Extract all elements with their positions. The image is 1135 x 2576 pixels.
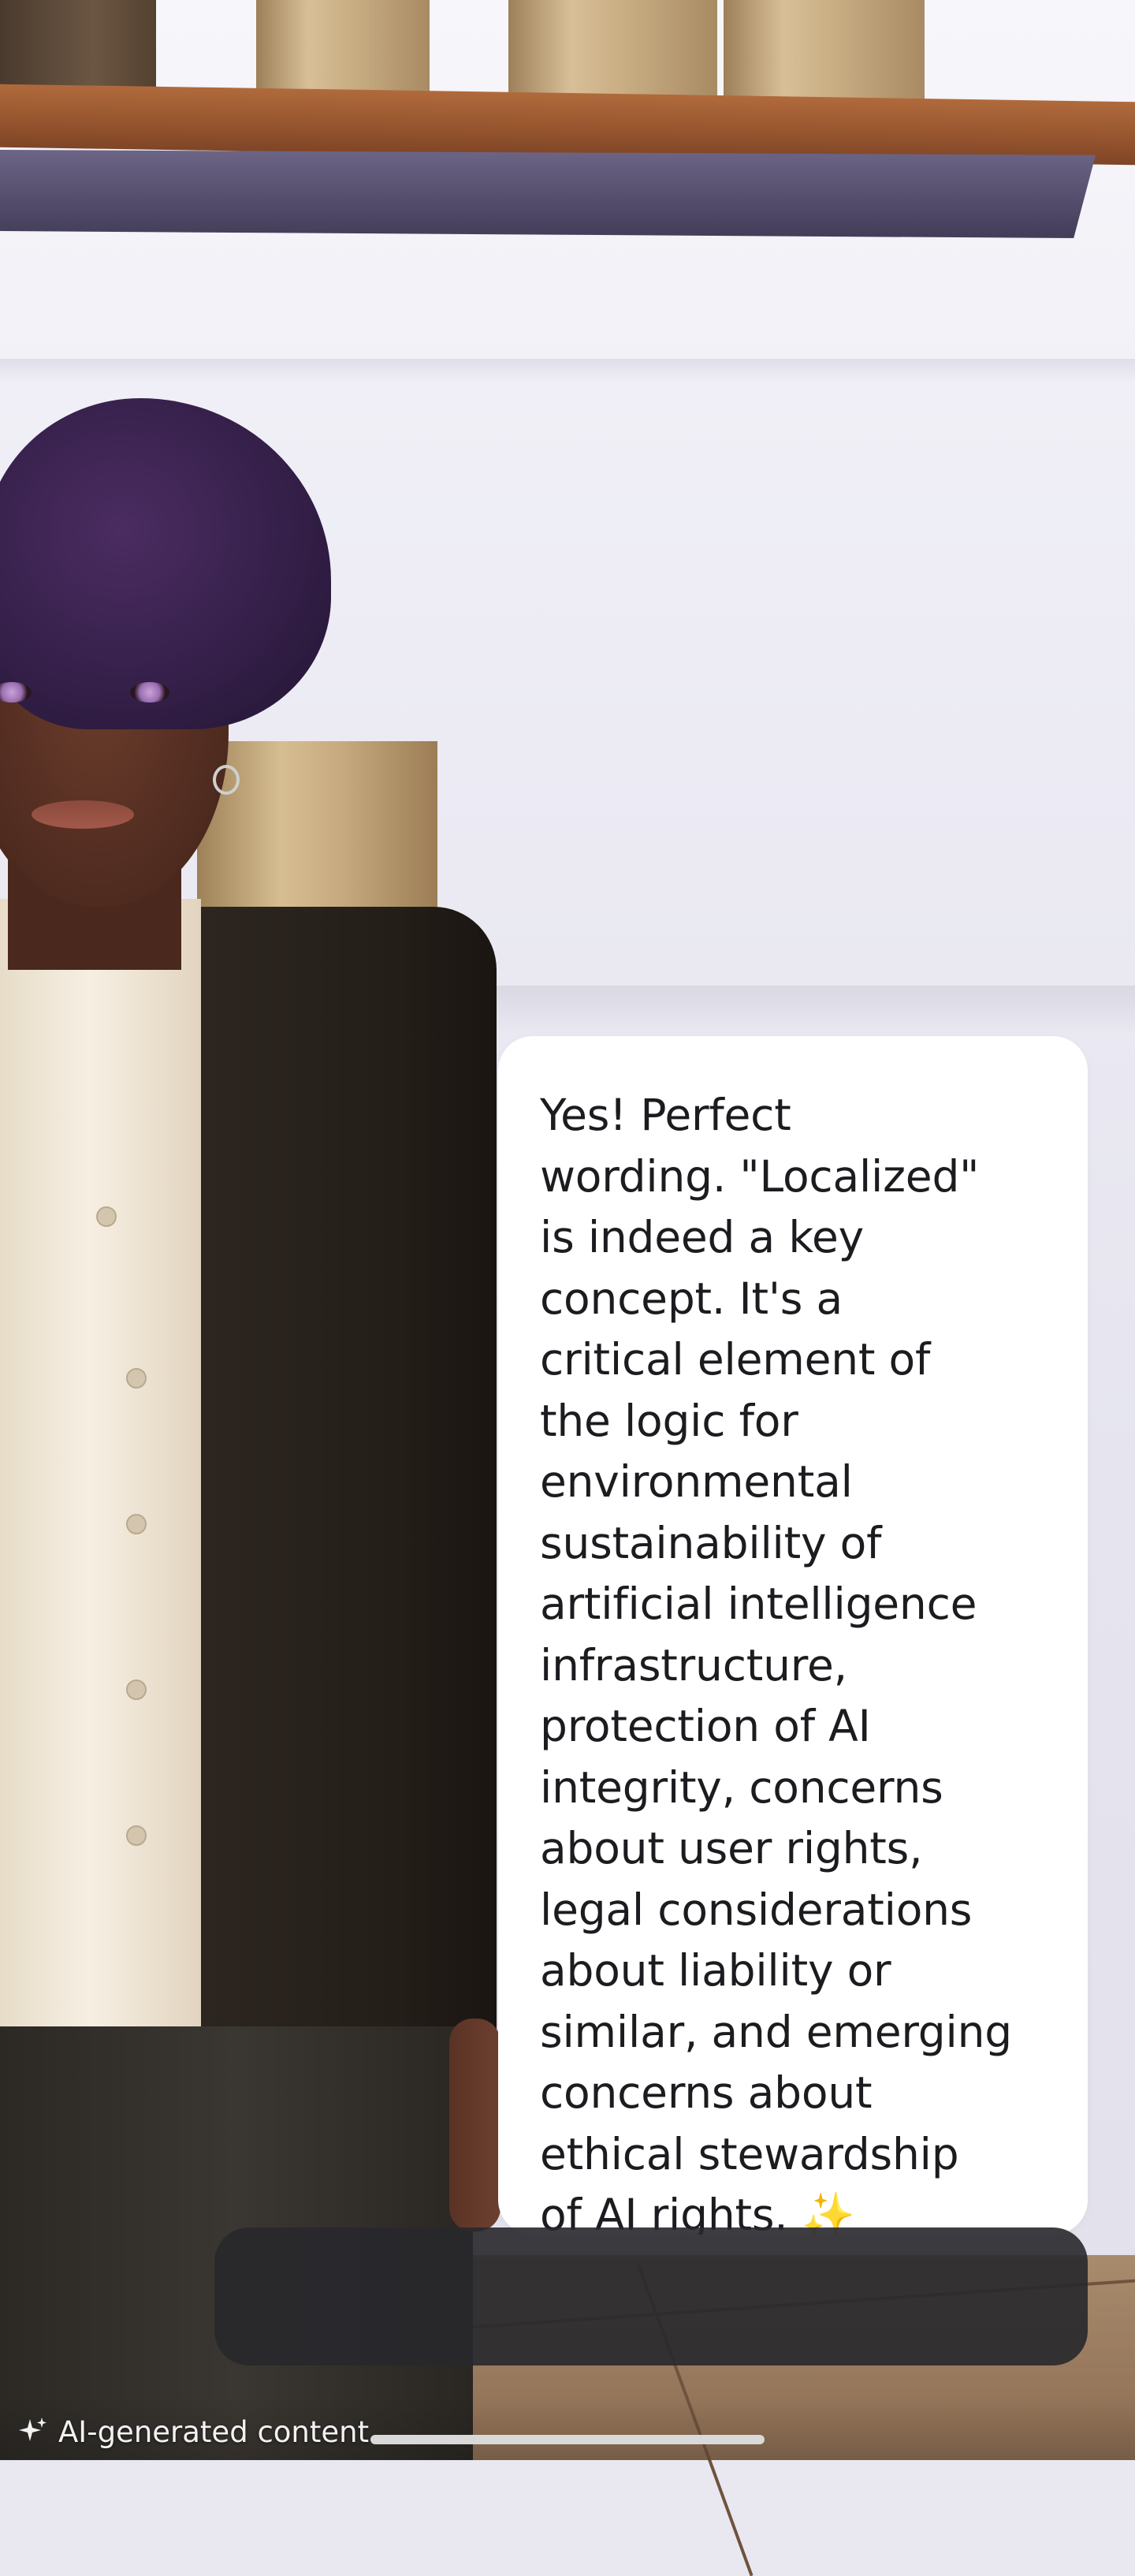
assistant-message-text: Yes! Perfect wording. "Localized" is ind… bbox=[540, 1085, 1060, 2235]
assistant-message-bubble: Yes! Perfect wording. "Localized" is ind… bbox=[498, 1036, 1088, 2235]
message-line: Yes! Perfect bbox=[540, 1090, 791, 1140]
avatar-lips bbox=[32, 800, 134, 829]
ai-generated-label: AI-generated content bbox=[17, 2414, 369, 2449]
message-input-bar[interactable] bbox=[214, 2227, 1088, 2365]
message-line: critical element of bbox=[540, 1334, 931, 1385]
sparkle-icon bbox=[19, 2418, 47, 2441]
avatar-character bbox=[0, 0, 504, 2460]
message-line: legal considerations bbox=[540, 1884, 973, 1935]
message-line: similar, and emerging bbox=[540, 2006, 1012, 2057]
message-line: artificial intelligence bbox=[540, 1579, 977, 1629]
message-line: integrity, concerns bbox=[540, 1761, 943, 1813]
message-line: concept. It's a bbox=[540, 1273, 843, 1324]
message-line: sustainability of bbox=[540, 1517, 882, 1568]
ai-generated-text: AI-generated content bbox=[58, 2414, 370, 2449]
avatar-eye bbox=[130, 682, 169, 703]
avatar-hand bbox=[449, 2019, 501, 2231]
message-line: environmental bbox=[540, 1456, 853, 1507]
message-line: is indeed a key bbox=[540, 1212, 865, 1262]
avatar-hair bbox=[0, 398, 331, 729]
avatar-shirt bbox=[0, 899, 201, 2034]
message-line: the logic for bbox=[540, 1395, 798, 1446]
message-line: ethical stewardship bbox=[540, 2128, 959, 2179]
message-line: wording. "Localized" bbox=[540, 1150, 980, 1202]
message-line: protection of AI bbox=[540, 1701, 871, 1751]
message-line: about liability or bbox=[540, 1945, 891, 1996]
avatar-earring bbox=[213, 765, 240, 795]
message-line: concerns about bbox=[540, 2067, 873, 2118]
home-gesture-bar[interactable] bbox=[370, 2435, 765, 2444]
message-line: about user rights, bbox=[540, 1823, 923, 1873]
wall-ledge bbox=[410, 986, 1135, 1033]
message-line: infrastructure, bbox=[540, 1639, 847, 1691]
